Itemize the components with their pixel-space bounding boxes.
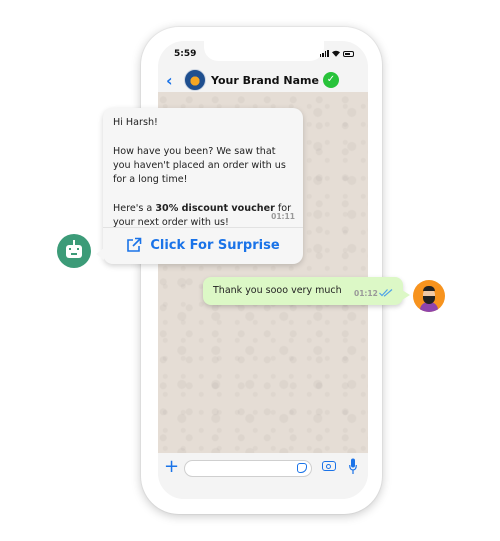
bot-avatar — [57, 234, 91, 268]
status-time: 5:59 — [174, 49, 197, 59]
external-link-icon — [127, 237, 142, 252]
incoming-message-time: 01:11 — [271, 212, 295, 221]
avatar-hair — [423, 286, 435, 291]
robot-icon — [66, 245, 82, 258]
signal-icon — [319, 50, 329, 57]
double-check-icon — [379, 289, 393, 297]
brand-logo[interactable] — [184, 69, 206, 91]
offer-highlight: 30% discount voucher — [155, 202, 275, 214]
sticker-icon[interactable] — [297, 463, 307, 473]
incoming-message-text: Hi Harsh! How have you been? We saw that… — [113, 116, 293, 230]
outgoing-message-text: Thank you sooo very much — [213, 285, 342, 296]
chat-title[interactable]: Your Brand Name — [211, 74, 319, 87]
offer-prefix: Here's a — [113, 202, 156, 214]
input-bar: + — [158, 453, 368, 499]
status-icons — [319, 50, 354, 57]
incoming-message-bubble: Hi Harsh! How have you been? We saw that… — [96, 108, 303, 264]
click-for-surprise-button[interactable]: Click For Surprise — [103, 228, 303, 262]
plus-icon[interactable]: + — [164, 458, 179, 476]
message-input[interactable] — [184, 460, 312, 477]
user-avatar — [413, 280, 445, 312]
message-paragraph: How have you been? We saw that you haven… — [113, 145, 286, 186]
greeting: Hi Harsh! — [113, 117, 158, 128]
notch — [204, 41, 324, 61]
chevron-left-icon[interactable]: ‹ — [166, 71, 180, 90]
camera-icon[interactable] — [322, 461, 336, 471]
phone-frame: 5:59 ‹ Your Brand Name ✓ + — [141, 27, 382, 514]
outgoing-message-time: 01:12 — [354, 289, 378, 298]
battery-icon — [343, 50, 354, 57]
outgoing-message-bubble: Thank you sooo very much 01:12 — [203, 277, 410, 305]
mic-icon[interactable] — [349, 458, 357, 475]
wifi-icon — [332, 50, 340, 57]
verified-check-icon: ✓ — [322, 72, 339, 88]
chat-header: ‹ Your Brand Name ✓ — [158, 67, 368, 93]
cta-label: Click For Surprise — [150, 237, 280, 253]
